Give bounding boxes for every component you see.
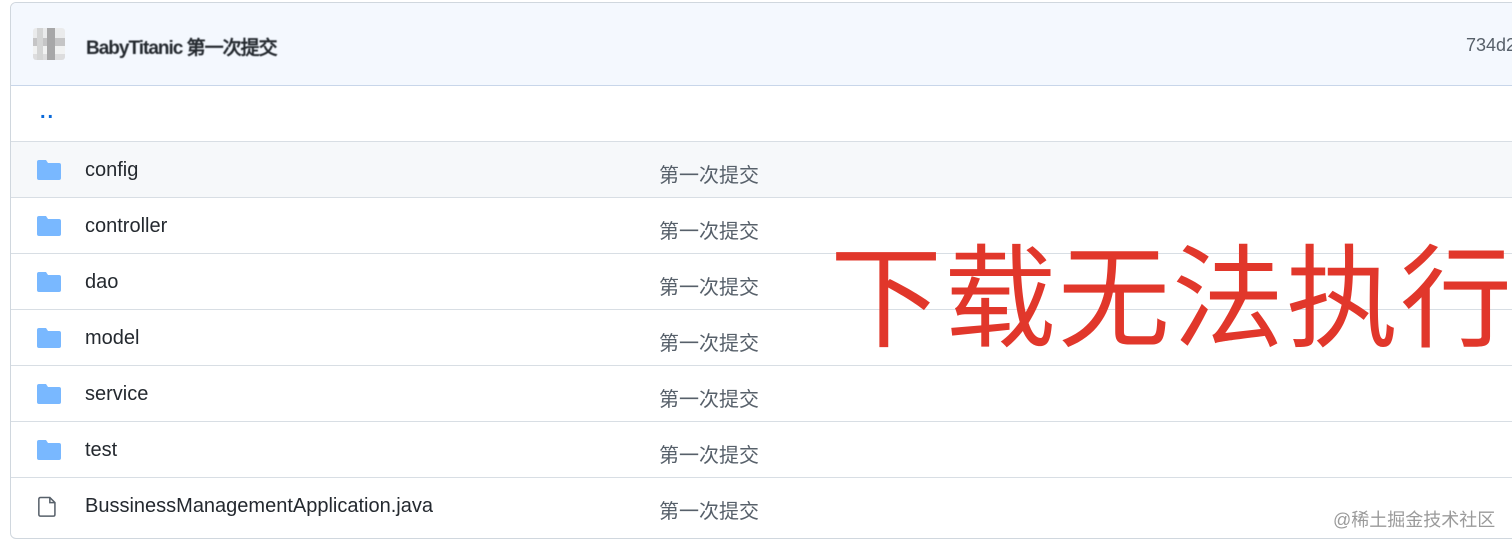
- commit-message-link[interactable]: 第一次提交: [659, 159, 759, 188]
- parent-directory-link[interactable]: ..: [40, 101, 55, 124]
- commit-hash[interactable]: 734d2: [1466, 35, 1512, 56]
- commit-message[interactable]: BabyTitanic 第一次提交: [86, 33, 278, 60]
- folder-icon: [37, 160, 61, 180]
- file-row[interactable]: service 第一次提交: [11, 366, 1512, 422]
- file-row[interactable]: config 第一次提交: [11, 142, 1512, 198]
- latest-commit-bar: BabyTitanic 第一次提交 734d2: [11, 3, 1512, 86]
- file-name-link[interactable]: dao: [85, 271, 118, 294]
- avatar[interactable]: [33, 28, 65, 60]
- commit-message-link[interactable]: 第一次提交: [659, 495, 759, 524]
- parent-directory-row[interactable]: ..: [11, 86, 1512, 142]
- folder-icon: [37, 216, 61, 236]
- folder-icon: [37, 440, 61, 460]
- file-row[interactable]: test 第一次提交: [11, 422, 1512, 478]
- file-name-link[interactable]: service: [85, 383, 148, 406]
- commit-message-link[interactable]: 第一次提交: [659, 327, 759, 356]
- commit-message-link[interactable]: 第一次提交: [659, 215, 759, 244]
- file-name-link[interactable]: controller: [85, 215, 167, 238]
- commit-message-link[interactable]: 第一次提交: [659, 271, 759, 300]
- folder-icon: [37, 328, 61, 348]
- file-icon: [38, 496, 56, 517]
- watermark: @稀土掘金技术社区: [1333, 510, 1496, 530]
- file-name-link[interactable]: test: [85, 439, 117, 462]
- file-name-link[interactable]: model: [85, 327, 139, 350]
- annotation-overlay-text: 下载无法执行: [830, 235, 1512, 365]
- commit-message-link[interactable]: 第一次提交: [659, 439, 759, 468]
- folder-icon: [37, 384, 61, 404]
- file-row[interactable]: BussinessManagementApplication.java 第一次提…: [11, 478, 1512, 533]
- commit-message-link[interactable]: 第一次提交: [659, 383, 759, 412]
- file-name-link[interactable]: config: [85, 159, 138, 182]
- file-name-link[interactable]: BussinessManagementApplication.java: [85, 495, 433, 518]
- folder-icon: [37, 272, 61, 292]
